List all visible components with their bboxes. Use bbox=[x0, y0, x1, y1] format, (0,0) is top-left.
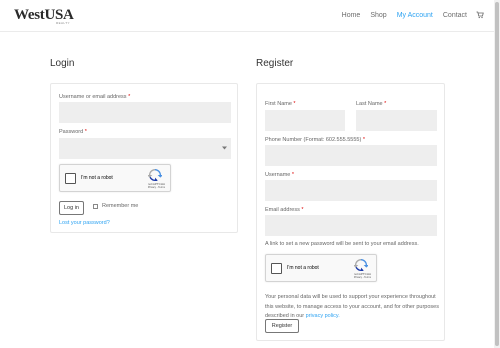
username-label: Username or email address * bbox=[59, 94, 131, 100]
remember-checkbox[interactable] bbox=[93, 204, 98, 209]
recaptcha-label: I'm not a robot bbox=[81, 175, 113, 181]
phone-input[interactable] bbox=[265, 145, 437, 166]
site-header: WestUSA REALTY Home Shop My Account Cont… bbox=[0, 0, 494, 31]
recaptcha-logo-icon bbox=[148, 169, 162, 181]
recaptcha-logo-icon bbox=[354, 259, 368, 271]
register-username-input[interactable] bbox=[265, 180, 437, 201]
login-password-input[interactable] bbox=[59, 138, 231, 159]
login-heading: Login bbox=[50, 58, 75, 69]
recaptcha-links[interactable]: Privacy - Terms bbox=[148, 186, 165, 189]
recaptcha-checkbox[interactable] bbox=[65, 173, 76, 184]
cart-icon[interactable] bbox=[476, 11, 484, 19]
phone-label: Phone Number (Format: 602.555.5555) * bbox=[265, 137, 365, 143]
password-key-icon[interactable] bbox=[222, 146, 227, 150]
last-name-label: Last Name * bbox=[356, 101, 387, 107]
nav-shop[interactable]: Shop bbox=[370, 12, 386, 19]
login-button[interactable]: Log in bbox=[59, 201, 84, 215]
login-recaptcha: I'm not a robot reCAPTCHA Privacy - Term… bbox=[59, 164, 171, 192]
login-form: Username or email address * Password * I… bbox=[50, 83, 238, 233]
password-note: A link to set a new password will be sen… bbox=[265, 241, 419, 247]
main-nav: Home Shop My Account Contact bbox=[332, 11, 484, 19]
first-name-label: First Name * bbox=[265, 101, 296, 107]
site-logo[interactable]: WestUSA REALTY bbox=[14, 6, 74, 28]
recaptcha-label: I'm not a robot bbox=[287, 265, 319, 271]
logo-subtext: REALTY bbox=[56, 21, 70, 25]
nav-home[interactable]: Home bbox=[342, 12, 361, 19]
register-username-label: Username * bbox=[265, 172, 295, 178]
password-label: Password * bbox=[59, 129, 87, 135]
privacy-text: Your personal data will be used to suppo… bbox=[265, 294, 439, 319]
nav-contact[interactable]: Contact bbox=[443, 12, 467, 19]
register-heading: Register bbox=[256, 58, 294, 69]
last-name-input[interactable] bbox=[356, 110, 437, 131]
recaptcha-checkbox[interactable] bbox=[271, 263, 282, 274]
email-label: Email address * bbox=[265, 207, 304, 213]
register-form: First Name * Last Name * Phone Number (F… bbox=[256, 83, 445, 341]
login-username-input[interactable] bbox=[59, 102, 231, 123]
remember-label: Remember me bbox=[102, 203, 139, 209]
privacy-policy-link[interactable]: privacy policy. bbox=[306, 313, 340, 319]
register-button[interactable]: Register bbox=[265, 319, 299, 333]
email-input[interactable] bbox=[265, 215, 437, 236]
vertical-scrollbar[interactable] bbox=[494, 0, 500, 348]
nav-my-account[interactable]: My Account bbox=[397, 12, 433, 19]
register-recaptcha: I'm not a robot reCAPTCHA Privacy - Term… bbox=[265, 254, 377, 282]
recaptcha-links[interactable]: Privacy - Terms bbox=[354, 276, 371, 279]
scrollbar-thumb[interactable] bbox=[495, 2, 499, 346]
lost-password-link[interactable]: Lost your password? bbox=[59, 220, 110, 226]
first-name-input[interactable] bbox=[265, 110, 345, 131]
